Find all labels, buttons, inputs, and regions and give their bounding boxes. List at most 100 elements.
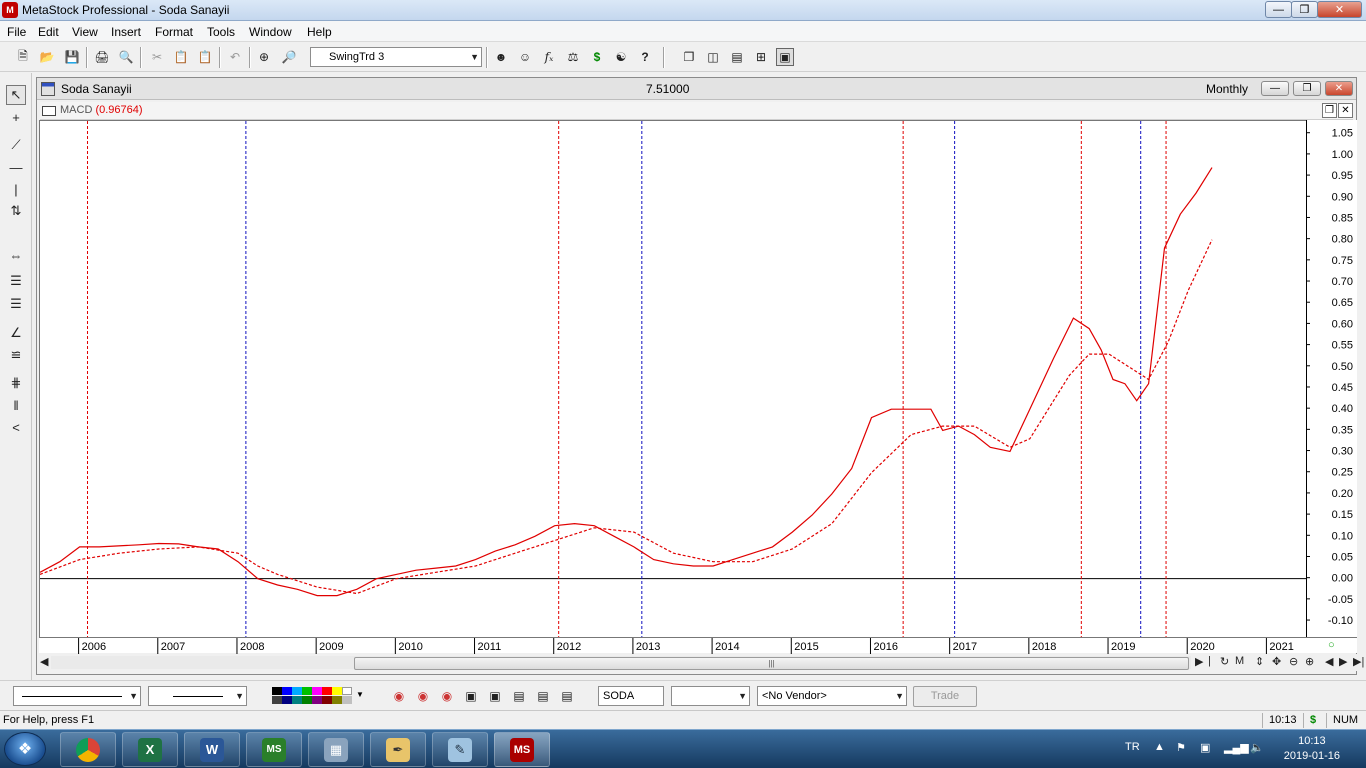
refresh-icon[interactable]: ↻ — [1220, 655, 1229, 668]
taskbar-notes[interactable]: ✎ — [432, 732, 488, 767]
zoom-in-icon[interactable]: ⊕ — [1305, 655, 1314, 668]
speed-lines-icon[interactable]: ≌ — [6, 345, 26, 365]
vertical-line-icon[interactable]: | — [6, 179, 26, 199]
horizontal-scrollbar[interactable]: ◀ ||| ▶ | ↻ M ⇕ ✥ ⊖ ⊕ ◀ ▶ ▶| — [37, 654, 1364, 671]
metastock-app-icon[interactable]: M — [2, 2, 18, 18]
new-file-icon[interactable]: 🗎 — [14, 48, 32, 66]
pointer-icon[interactable]: ↖ — [6, 85, 26, 105]
menu-help[interactable]: Help — [307, 25, 332, 39]
menu-edit[interactable]: Edit — [38, 25, 59, 39]
menu-format[interactable]: Format — [155, 25, 193, 39]
formula-icon[interactable]: fₓ — [540, 48, 558, 66]
tray-expand-icon[interactable]: ▲ — [1154, 741, 1165, 753]
color-palette[interactable] — [272, 687, 356, 704]
cycle-icon[interactable]: ⇔ — [6, 245, 26, 265]
binoculars-icon[interactable]: ☯ — [612, 48, 630, 66]
page-end-icon[interactable]: ▶| — [1353, 655, 1364, 668]
y-axis[interactable]: 1.05 1.00 0.95 0.90 0.85 0.80 0.75 0.70 0.65 0.60… — [1306, 120, 1357, 637]
scroll-left-icon[interactable]: ◀ — [40, 655, 48, 668]
x-axis[interactable]: 2006 2007 2008 2009 2010 2011 2012 2013 2014 2015… — [39, 637, 1306, 654]
cut-icon[interactable]: ✂ — [148, 48, 166, 66]
signal-series-line[interactable] — [40, 239, 1213, 595]
vendor-combo[interactable]: <No Vendor> ▼ — [757, 686, 907, 706]
trendline-icon[interactable]: ⟋ — [6, 135, 26, 155]
save-icon[interactable]: 💾 — [63, 48, 81, 66]
crosshair-icon[interactable]: ⊕ — [255, 48, 273, 66]
maximize-button[interactable]: ❐ — [1291, 1, 1318, 18]
data-window-icon[interactable]: ▣ — [776, 48, 794, 66]
arrow-up-box-icon[interactable]: ▣ — [462, 687, 480, 705]
andrews-pitchfork-icon[interactable]: ⋕ — [6, 373, 26, 393]
window-middle-icon[interactable]: ▤ — [534, 687, 552, 705]
device-icon[interactable]: ▣ — [1200, 741, 1210, 754]
scroll-thumb[interactable]: ||| — [354, 657, 1189, 670]
line-weight-combo[interactable]: ▼ — [148, 686, 247, 706]
tile-grid-icon[interactable]: ⊞ — [752, 48, 770, 66]
scroll-right-icon[interactable]: ▶ — [1195, 655, 1203, 668]
taskbar-excel[interactable]: X — [122, 732, 178, 767]
taskbar-ms-net[interactable]: MS — [246, 732, 302, 767]
expert-advisor-icon[interactable]: ☻ — [492, 48, 510, 66]
context-help-icon[interactable]: ? — [636, 48, 654, 66]
language-indicator[interactable]: TR — [1125, 741, 1140, 753]
symbol-input[interactable]: SODA — [598, 686, 664, 706]
palette-chevron-down-icon[interactable]: ▼ — [356, 690, 364, 699]
dollar-icon[interactable]: $ — [588, 48, 606, 66]
fib-time-zones-icon[interactable]: ☰ — [6, 294, 26, 314]
chart-minimize-button[interactable]: — — [1261, 81, 1289, 96]
menu-view[interactable]: View — [72, 25, 98, 39]
chart-close-button[interactable]: ✕ — [1325, 81, 1353, 96]
inner-close-icon[interactable]: ✕ — [1338, 103, 1353, 118]
arc-icon[interactable]: < — [6, 417, 26, 437]
symbol-list-combo[interactable]: ▼ — [671, 686, 750, 706]
zoom-out-icon[interactable]: ⊖ — [1289, 655, 1298, 668]
menu-window[interactable]: Window — [249, 25, 292, 39]
print-preview-icon[interactable]: 🔍 — [117, 48, 135, 66]
page-right-icon[interactable]: ▶ — [1339, 655, 1347, 668]
menu-file[interactable]: File — [7, 25, 26, 39]
system-tester-icon[interactable]: ⚖ — [564, 48, 582, 66]
chrome-like-icon-1[interactable]: ◉ — [390, 687, 408, 705]
close-button[interactable]: ✕ — [1317, 1, 1362, 18]
gann-icon[interactable]: ∠ — [6, 323, 26, 343]
menu-tools[interactable]: Tools — [207, 25, 235, 39]
macd-plot-area[interactable] — [39, 120, 1307, 638]
chart-window-icon[interactable] — [41, 82, 55, 96]
template-combo[interactable]: SwingTrd 3 ▼ — [310, 47, 482, 67]
indicator-label[interactable]: MACD (0.96764) — [60, 104, 143, 116]
taskbar-chrome[interactable] — [60, 732, 116, 767]
network-icon[interactable]: ▂▄▆ — [1224, 741, 1249, 754]
line-style-combo[interactable]: ▼ — [13, 686, 141, 706]
page-left-icon[interactable]: ◀ — [1325, 655, 1333, 668]
inner-restore-icon[interactable]: ❐ — [1322, 103, 1337, 118]
undo-icon[interactable]: ↶ — [226, 48, 244, 66]
tile-vertical-icon[interactable]: ◫ — [704, 48, 722, 66]
open-folder-icon[interactable]: 📂 — [38, 48, 56, 66]
print-icon[interactable]: 🖨 — [93, 48, 111, 66]
volume-icon[interactable]: 🔈 — [1250, 741, 1264, 754]
move-icon[interactable]: ✥ — [1272, 655, 1281, 668]
copy-icon[interactable]: 📋 — [172, 48, 190, 66]
fibonacci-icon[interactable]: ⇅ — [6, 201, 26, 221]
start-button[interactable]: ❖ — [4, 732, 46, 766]
taskbar-clock[interactable]: 10:13 2019-01-16 — [1284, 734, 1340, 764]
taskbar-calculator[interactable]: ▦ — [308, 732, 364, 767]
window-top-icon[interactable]: ▤ — [510, 687, 528, 705]
action-center-icon[interactable]: ⚑ — [1176, 741, 1186, 754]
explorer-icon[interactable]: ☺ — [516, 48, 534, 66]
taskbar-paint[interactable]: ✒ — [370, 732, 426, 767]
fib-retracement-icon[interactable]: ☰ — [6, 271, 26, 291]
horizontal-line-icon[interactable]: — — [6, 157, 26, 177]
chrome-like-icon-2[interactable]: ◉ — [414, 687, 432, 705]
cross-icon[interactable]: + — [6, 107, 26, 127]
arrow-down-box-icon[interactable]: ▣ — [486, 687, 504, 705]
tile-horizontal-icon[interactable]: ▤ — [728, 48, 746, 66]
paste-icon[interactable]: 📋 — [196, 48, 214, 66]
magnet-icon[interactable]: M — [1235, 655, 1244, 667]
trade-button[interactable]: Trade — [913, 686, 977, 707]
window-bottom-icon[interactable]: ▤ — [558, 687, 576, 705]
menu-insert[interactable]: Insert — [111, 25, 141, 39]
cascade-icon[interactable]: ❐ — [680, 48, 698, 66]
inner-window-icon[interactable] — [42, 106, 56, 116]
chrome-like-icon-3[interactable]: ◉ — [438, 687, 456, 705]
